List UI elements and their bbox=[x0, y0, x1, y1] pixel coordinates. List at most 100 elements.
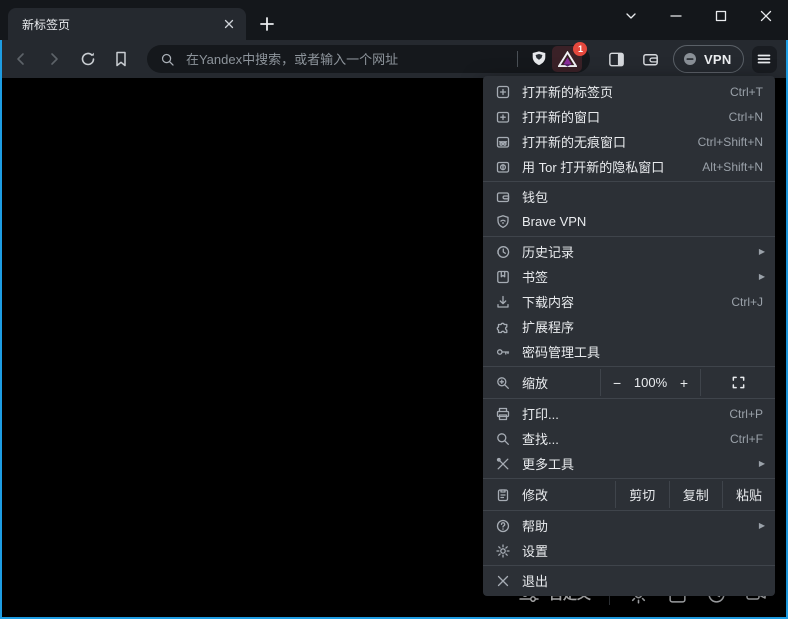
menu-separator bbox=[483, 236, 775, 237]
minimize-button[interactable] bbox=[653, 0, 698, 32]
menu-item-extensions[interactable]: 扩展程序 bbox=[483, 314, 775, 339]
rewards-badge: 1 bbox=[573, 42, 587, 56]
menu-item-new-tab[interactable]: 打开新的标签页 Ctrl+T bbox=[483, 79, 775, 104]
menu-item-label: 书签 bbox=[522, 267, 759, 286]
paste-button[interactable]: 粘贴 bbox=[722, 481, 775, 508]
window-controls bbox=[608, 0, 788, 32]
tab-title: 新标签页 bbox=[22, 16, 220, 33]
menu-separator bbox=[483, 181, 775, 182]
menu-item-label: 打开新的窗口 bbox=[522, 107, 729, 126]
wallet-icon[interactable] bbox=[637, 45, 665, 73]
new-tab-button[interactable] bbox=[254, 11, 280, 37]
tab-search-button[interactable] bbox=[608, 0, 653, 32]
extensions-puzzle-icon bbox=[495, 319, 511, 335]
menu-item-label: 历史记录 bbox=[522, 242, 759, 261]
settings-gear-icon bbox=[495, 543, 511, 559]
brave-rewards-icon[interactable]: 1 bbox=[552, 46, 582, 72]
back-button[interactable] bbox=[7, 45, 35, 73]
menu-item-new-window[interactable]: 打开新的窗口 Ctrl+N bbox=[483, 104, 775, 129]
menu-item-more-tools[interactable]: 更多工具 ▶ bbox=[483, 451, 775, 476]
menu-item-shortcut: Ctrl+P bbox=[729, 407, 775, 421]
vpn-label: VPN bbox=[704, 52, 732, 67]
menu-item-print[interactable]: 打印... Ctrl+P bbox=[483, 401, 775, 426]
tab-close-icon[interactable] bbox=[220, 15, 238, 33]
menu-separator bbox=[483, 398, 775, 399]
tab-new-tab[interactable]: 新标签页 bbox=[8, 8, 246, 40]
zoom-icon bbox=[495, 375, 511, 391]
menu-item-bookmarks[interactable]: 书签 ▶ bbox=[483, 264, 775, 289]
copy-button[interactable]: 复制 bbox=[669, 481, 723, 508]
menu-item-settings[interactable]: 设置 bbox=[483, 538, 775, 563]
submenu-arrow-icon: ▶ bbox=[759, 459, 775, 468]
address-bar[interactable]: 1 bbox=[147, 45, 591, 73]
menu-item-label: 查找... bbox=[522, 429, 730, 448]
incognito-icon bbox=[495, 134, 511, 150]
new-tab-icon bbox=[495, 84, 511, 100]
addressbar-divider bbox=[517, 51, 518, 67]
menu-item-label: 设置 bbox=[522, 541, 775, 560]
bookmark-icon[interactable] bbox=[107, 45, 135, 73]
tor-icon bbox=[495, 159, 511, 175]
cut-button[interactable]: 剪切 bbox=[615, 481, 669, 508]
maximize-button[interactable] bbox=[698, 0, 743, 32]
forward-button[interactable] bbox=[40, 45, 68, 73]
app-menu: 打开新的标签页 Ctrl+T 打开新的窗口 Ctrl+N 打开新的无痕窗口 Ct… bbox=[483, 76, 775, 596]
menu-item-edit: 修改 剪切 复制 粘贴 bbox=[483, 481, 775, 508]
zoom-label: 缩放 bbox=[522, 373, 600, 392]
menu-item-label: 密码管理工具 bbox=[522, 342, 775, 361]
history-icon bbox=[495, 244, 511, 260]
menu-item-exit[interactable]: 退出 bbox=[483, 568, 775, 593]
menu-item-shortcut: Ctrl+Shift+N bbox=[698, 135, 775, 149]
sidebar-toggle-icon[interactable] bbox=[602, 45, 630, 73]
menu-item-new-private-window[interactable]: 打开新的无痕窗口 Ctrl+Shift+N bbox=[483, 129, 775, 154]
toolbar: 1 VPN bbox=[2, 40, 786, 78]
edit-label: 修改 bbox=[522, 485, 615, 504]
bookmarks-icon bbox=[495, 269, 511, 285]
edit-clipboard-icon bbox=[495, 487, 511, 503]
new-window-icon bbox=[495, 109, 511, 125]
menu-item-label: Brave VPN bbox=[522, 214, 775, 229]
menu-item-label: 扩展程序 bbox=[522, 317, 775, 336]
browser-window: 新标签页 bbox=[0, 0, 788, 619]
reload-button[interactable] bbox=[73, 45, 101, 73]
vpn-button[interactable]: VPN bbox=[673, 45, 744, 73]
menu-item-label: 钱包 bbox=[522, 187, 775, 206]
submenu-arrow-icon: ▶ bbox=[759, 247, 775, 256]
menu-button[interactable] bbox=[752, 46, 777, 73]
menu-item-brave-vpn[interactable]: Brave VPN bbox=[483, 209, 775, 234]
menu-item-new-tor-window[interactable]: 用 Tor 打开新的隐私窗口 Alt+Shift+N bbox=[483, 154, 775, 179]
downloads-icon bbox=[495, 294, 511, 310]
help-icon bbox=[495, 518, 511, 534]
menu-item-label: 打开新的无痕窗口 bbox=[522, 132, 698, 151]
address-input[interactable] bbox=[184, 51, 510, 68]
zoom-out-button[interactable]: − bbox=[613, 375, 621, 391]
menu-separator bbox=[483, 478, 775, 479]
menu-item-label: 帮助 bbox=[522, 516, 759, 535]
menu-item-shortcut: Ctrl+N bbox=[729, 110, 775, 124]
zoom-label-cell: 缩放 bbox=[483, 369, 600, 396]
menu-separator bbox=[483, 366, 775, 367]
menu-item-label: 用 Tor 打开新的隐私窗口 bbox=[522, 157, 702, 176]
menu-item-shortcut: Alt+Shift+N bbox=[702, 160, 775, 174]
menu-item-shortcut: Ctrl+F bbox=[730, 432, 775, 446]
exit-icon bbox=[495, 573, 511, 589]
zoom-in-button[interactable]: + bbox=[680, 375, 688, 391]
close-button[interactable] bbox=[743, 0, 788, 32]
menu-item-help[interactable]: 帮助 ▶ bbox=[483, 513, 775, 538]
menu-item-label: 打开新的标签页 bbox=[522, 82, 730, 101]
zoom-controls: − 100% + bbox=[600, 369, 700, 396]
menu-item-wallet[interactable]: 钱包 bbox=[483, 184, 775, 209]
menu-item-downloads[interactable]: 下载内容 Ctrl+J bbox=[483, 289, 775, 314]
fullscreen-button[interactable] bbox=[700, 369, 775, 396]
print-icon bbox=[495, 406, 511, 422]
find-icon bbox=[495, 431, 511, 447]
menu-item-password-manager[interactable]: 密码管理工具 bbox=[483, 339, 775, 364]
brave-shield-icon[interactable] bbox=[526, 47, 552, 71]
menu-item-label: 打印... bbox=[522, 404, 729, 423]
vpn-shield-icon bbox=[495, 214, 511, 230]
menu-item-history[interactable]: 历史记录 ▶ bbox=[483, 239, 775, 264]
menu-item-find[interactable]: 查找... Ctrl+F bbox=[483, 426, 775, 451]
zoom-value: 100% bbox=[634, 375, 667, 390]
menu-item-shortcut: Ctrl+J bbox=[731, 295, 775, 309]
submenu-arrow-icon: ▶ bbox=[759, 272, 775, 281]
